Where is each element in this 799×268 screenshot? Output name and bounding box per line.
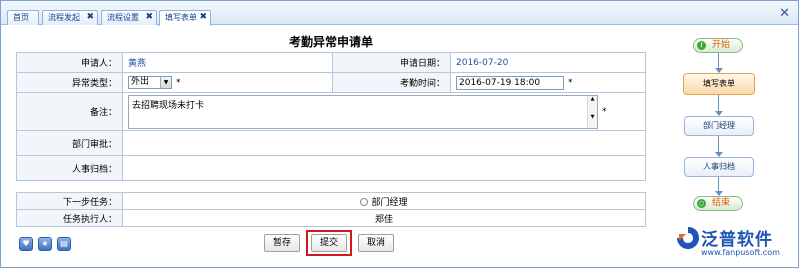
info-icon: ! bbox=[697, 41, 706, 50]
flow-node-hr-archive[interactable]: 人事归档 bbox=[684, 157, 754, 177]
tab-label: 填写表单 bbox=[165, 13, 197, 22]
next-task-label: 下一步任务： bbox=[16, 192, 123, 210]
chevron-down-icon[interactable]: ▼ bbox=[160, 77, 171, 88]
tab-home-label: 首页 bbox=[13, 13, 29, 22]
logo-mark-icon bbox=[677, 227, 699, 249]
save-draft-button[interactable]: 暂存 bbox=[264, 234, 300, 252]
tab-label: 流程发起 bbox=[48, 13, 80, 22]
form-window: 首页 流程发起 ✖ 流程设置 ✖ 填写表单 ✖ ✕ 考勤异常申请单 申请人： 黄… bbox=[0, 0, 799, 268]
applicant-label: 申请人： bbox=[16, 52, 123, 73]
executor-label: 任务执行人： bbox=[16, 209, 123, 227]
executor-value: 郑佳 bbox=[122, 209, 646, 227]
tab-process-initiate[interactable]: 流程发起 ✖ bbox=[42, 10, 98, 25]
tab-home[interactable]: 首页 bbox=[7, 10, 39, 25]
type-select[interactable]: 外出 ▼ bbox=[128, 76, 172, 89]
next-task-cell: 部门经理 bbox=[122, 192, 646, 210]
apply-date-value: 2016-07-20 bbox=[450, 52, 646, 73]
window-close-icon[interactable]: ✕ bbox=[779, 6, 790, 21]
dept-approval-label: 部门审批： bbox=[16, 130, 123, 156]
dept-approval-cell bbox=[122, 130, 646, 156]
end-icon: ○ bbox=[697, 199, 706, 208]
flow-node-fill-form[interactable]: 填写表单 bbox=[683, 73, 755, 95]
favorite-heart-icon[interactable]: ♥ bbox=[19, 237, 33, 251]
time-cell: 2016-07-19 18:00 * bbox=[450, 72, 646, 93]
required-mark: * bbox=[602, 107, 607, 117]
print-icon[interactable]: ▤ bbox=[57, 237, 71, 251]
form-title: 考勤异常申请单 bbox=[288, 35, 373, 49]
close-icon[interactable]: ✖ bbox=[145, 11, 153, 24]
apply-date-label: 申请日期： bbox=[332, 52, 451, 73]
flow-connector bbox=[718, 136, 719, 153]
fanpusoft-logo: 泛普软件 www.fanpusoft.com bbox=[673, 223, 793, 263]
scrollbar[interactable]: ▲ ▼ bbox=[587, 95, 597, 128]
required-mark: * bbox=[568, 78, 573, 88]
attendance-time-input[interactable]: 2016-07-19 18:00 bbox=[456, 75, 564, 90]
submit-button[interactable]: 提交 bbox=[311, 234, 347, 252]
close-icon[interactable]: ✖ bbox=[86, 11, 94, 24]
logo-url: www.fanpusoft.com bbox=[701, 248, 780, 257]
hr-archive-cell bbox=[122, 155, 646, 181]
remark-label: 备注： bbox=[16, 92, 123, 131]
tab-process-settings[interactable]: 流程设置 ✖ bbox=[101, 10, 157, 25]
flow-end-label: 结束 bbox=[712, 198, 731, 208]
star-icon[interactable]: ★ bbox=[38, 237, 52, 251]
logo-name: 泛普软件 bbox=[701, 230, 773, 250]
applicant-value: 黄燕 bbox=[122, 52, 333, 73]
remark-text: 去招聘现场未打卡 bbox=[132, 100, 205, 111]
tab-bar: 首页 流程发起 ✖ 流程设置 ✖ 填写表单 ✖ ✕ bbox=[1, 1, 798, 26]
tab-label: 流程设置 bbox=[107, 13, 139, 22]
next-task-radio[interactable] bbox=[360, 198, 369, 206]
type-label: 异常类型： bbox=[16, 72, 123, 93]
type-cell: 外出 ▼ * bbox=[122, 72, 333, 93]
hr-archive-label: 人事归档： bbox=[16, 155, 123, 181]
type-select-value: 外出 bbox=[131, 77, 150, 87]
cancel-button[interactable]: 取消 bbox=[358, 234, 394, 252]
flow-connector bbox=[718, 95, 719, 112]
remark-cell: 去招聘现场未打卡 ▲ ▼ * bbox=[122, 92, 646, 131]
required-mark: * bbox=[176, 78, 181, 88]
flow-start-label: 开始 bbox=[712, 40, 731, 50]
flow-start-node[interactable]: ! 开始 bbox=[693, 38, 743, 53]
flow-end-node[interactable]: ○ 结束 bbox=[693, 196, 743, 211]
form-table: 申请人： 黄燕 申请日期： 2016-07-20 异常类型： 外出 ▼ * 考勤… bbox=[16, 52, 646, 181]
next-step-table: 下一步任务： 部门经理 任务执行人： 郑佳 bbox=[16, 192, 646, 227]
remark-textarea[interactable]: 去招聘现场未打卡 ▲ ▼ bbox=[128, 94, 598, 129]
flow-node-dept-manager[interactable]: 部门经理 bbox=[684, 116, 754, 136]
close-icon[interactable]: ✖ bbox=[199, 11, 207, 24]
tab-fill-form[interactable]: 填写表单 ✖ bbox=[159, 10, 211, 26]
time-label: 考勤时间： bbox=[332, 72, 451, 93]
next-task-option[interactable]: 部门经理 bbox=[371, 198, 407, 208]
